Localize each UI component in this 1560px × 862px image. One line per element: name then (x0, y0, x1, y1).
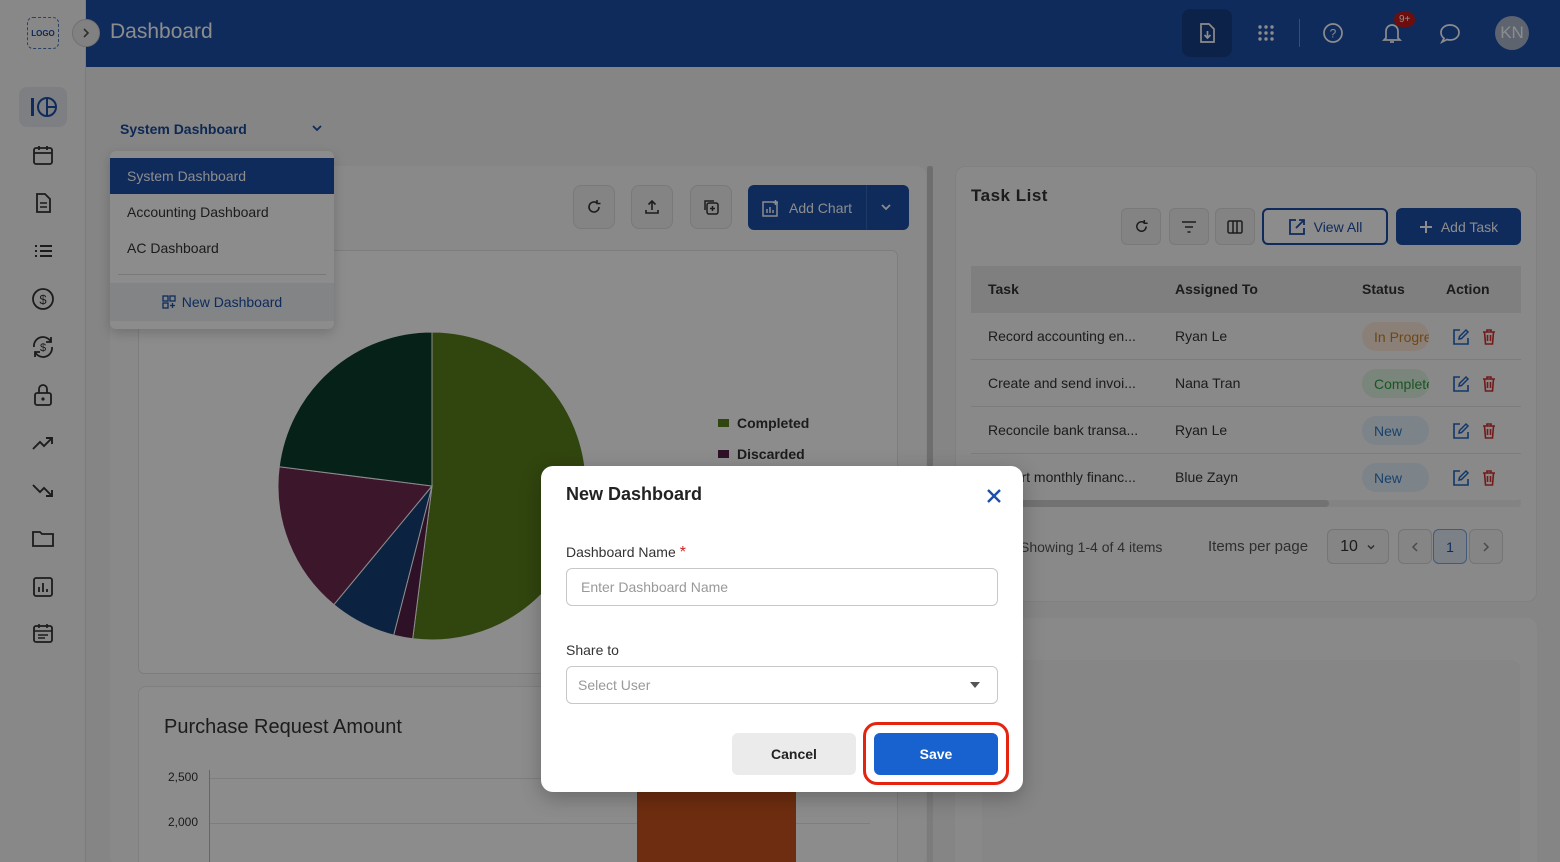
share-to-placeholder: Select User (578, 677, 651, 693)
cancel-button[interactable]: Cancel (732, 733, 856, 775)
dashboard-name-label: Dashboard Name * (566, 544, 686, 562)
highlight-ring (863, 722, 1009, 785)
dashboard-name-label-text: Dashboard Name (566, 544, 676, 560)
dashboard-name-input[interactable] (566, 568, 998, 606)
caret-down-icon (970, 682, 980, 688)
share-to-select[interactable]: Select User (566, 666, 998, 704)
close-icon[interactable] (983, 485, 1005, 507)
share-to-label: Share to (566, 642, 619, 658)
modal-title: New Dashboard (566, 484, 703, 504)
required-asterisk: * (679, 544, 686, 561)
